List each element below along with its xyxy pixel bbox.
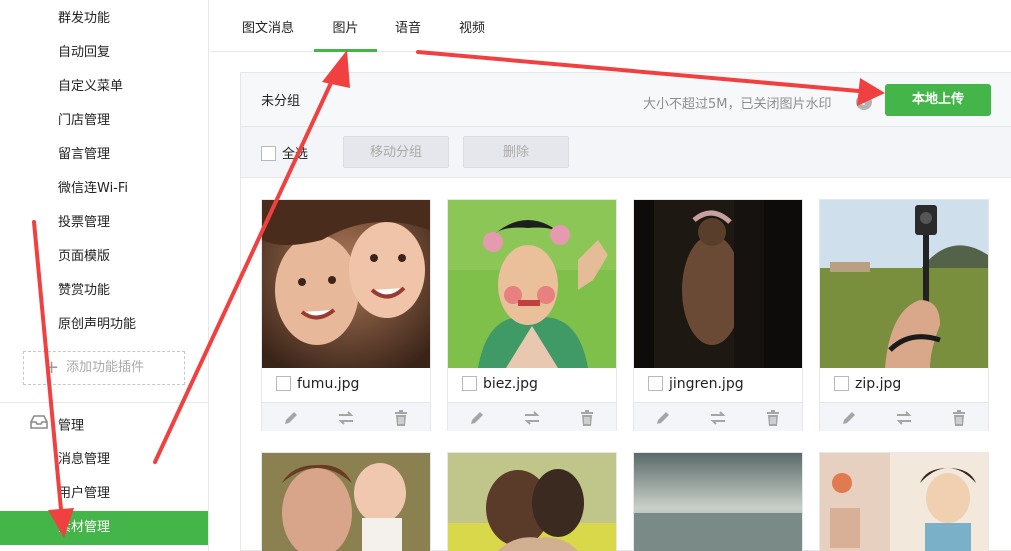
main-content: 图文消息 图片 语音 视频 未分组 大小不超过5M，已关闭图片水印 ? 本地上传… [210, 0, 1011, 551]
move-icon[interactable] [709, 409, 727, 427]
local-upload-button[interactable]: 本地上传 [885, 84, 991, 116]
edit-icon[interactable] [468, 409, 486, 427]
sidebar: 群发功能 自动回复 自定义菜单 门店管理 留言管理 微信连Wi-Fi 投票管理 … [0, 0, 209, 551]
sidebar-item-store[interactable]: 门店管理 [0, 104, 208, 138]
sidebar-item-vote[interactable]: 投票管理 [0, 206, 208, 240]
trash-icon[interactable] [764, 409, 782, 427]
image-thumbnail[interactable] [262, 200, 430, 368]
tab-bar: 图文消息 图片 语音 视频 [210, 0, 1011, 52]
edit-icon[interactable] [654, 409, 672, 427]
panel-header: 未分组 大小不超过5M，已关闭图片水印 ? 本地上传 [241, 73, 1011, 127]
image-card[interactable] [261, 452, 431, 551]
sidebar-section-manage: 管理 [30, 414, 84, 438]
section-title: 管理 [58, 418, 85, 434]
image-card[interactable]: jingren.jpg [633, 199, 803, 431]
image-card[interactable] [447, 452, 617, 551]
image-checkbox[interactable] [276, 375, 291, 391]
sidebar-item-messages[interactable]: 消息管理 [0, 443, 208, 477]
image-checkbox[interactable] [834, 375, 849, 391]
trash-icon[interactable] [950, 409, 968, 427]
card-actions [634, 402, 802, 431]
image-thumbnail[interactable] [820, 200, 988, 368]
select-all-label: 全选 [282, 147, 309, 162]
upload-hint: 大小不超过5M，已关闭图片水印 [643, 97, 832, 112]
trash-icon[interactable] [578, 409, 596, 427]
image-thumbnail[interactable] [634, 200, 802, 368]
card-actions [448, 402, 616, 431]
sidebar-item-wifi[interactable]: 微信连Wi-Fi [0, 172, 208, 206]
tab-video[interactable]: 视频 [456, 0, 488, 52]
sidebar-item-auto-reply[interactable]: 自动回复 [0, 36, 208, 70]
image-thumbnail[interactable] [448, 453, 616, 551]
sidebar-item-page-template[interactable]: 页面模版 [0, 240, 208, 274]
plus-icon: + [44, 357, 60, 378]
move-icon[interactable] [523, 409, 541, 427]
image-filename: fumu.jpg [297, 376, 360, 392]
image-name: biez.jpg [462, 375, 538, 392]
sidebar-divider [0, 402, 208, 403]
card-actions [820, 402, 988, 431]
image-filename: jingren.jpg [669, 376, 744, 392]
image-filename: biez.jpg [483, 376, 538, 392]
image-thumbnail[interactable] [820, 453, 988, 551]
sidebar-item-comments[interactable]: 留言管理 [0, 138, 208, 172]
sidebar-item-users[interactable]: 用户管理 [0, 477, 208, 511]
image-thumbnail[interactable] [448, 200, 616, 368]
help-icon[interactable]: ? [856, 94, 872, 110]
image-checkbox[interactable] [462, 375, 477, 391]
edit-icon[interactable] [282, 409, 300, 427]
group-name: 未分组 [261, 94, 301, 109]
move-icon[interactable] [337, 409, 355, 427]
tab-news[interactable]: 图文消息 [238, 0, 298, 52]
image-card[interactable]: fumu.jpg [261, 199, 431, 431]
image-thumbnail[interactable] [634, 453, 802, 551]
sidebar-item-materials[interactable]: 素材管理 [0, 511, 208, 545]
sidebar-item-reward[interactable]: 赞赏功能 [0, 274, 208, 308]
select-all[interactable]: 全选 [261, 143, 308, 162]
delete-button[interactable]: 删除 [463, 136, 569, 168]
image-name: jingren.jpg [648, 375, 744, 392]
panel-toolbar: 全选 移动分组 删除 [241, 127, 1011, 178]
add-plugin-button[interactable]: + 添加功能插件 [23, 351, 185, 385]
image-thumbnail[interactable] [262, 453, 430, 551]
image-library-panel: 未分组 大小不超过5M，已关闭图片水印 ? 本地上传 全选 移动分组 删除 fu… [240, 72, 1011, 551]
trash-icon[interactable] [392, 409, 410, 427]
image-name: fumu.jpg [276, 375, 360, 392]
sidebar-item-custom-menu[interactable]: 自定义菜单 [0, 70, 208, 104]
sidebar-item-original[interactable]: 原创声明功能 [0, 308, 208, 342]
image-card[interactable]: biez.jpg [447, 199, 617, 431]
image-name: zip.jpg [834, 375, 902, 392]
tab-voice[interactable]: 语音 [392, 0, 424, 52]
add-plugin-label: 添加功能插件 [66, 360, 145, 375]
move-group-button[interactable]: 移动分组 [343, 136, 449, 168]
select-all-checkbox[interactable] [261, 146, 276, 161]
tab-images[interactable]: 图片 [314, 0, 377, 52]
image-card[interactable]: zip.jpg [819, 199, 989, 431]
image-checkbox[interactable] [648, 375, 663, 391]
inbox-icon [30, 414, 48, 438]
image-card[interactable] [633, 452, 803, 551]
sidebar-item-broadcast[interactable]: 群发功能 [0, 2, 208, 36]
image-card[interactable] [819, 452, 989, 551]
edit-icon[interactable] [840, 409, 858, 427]
image-filename: zip.jpg [855, 376, 902, 392]
card-actions [262, 402, 430, 431]
move-icon[interactable] [895, 409, 913, 427]
